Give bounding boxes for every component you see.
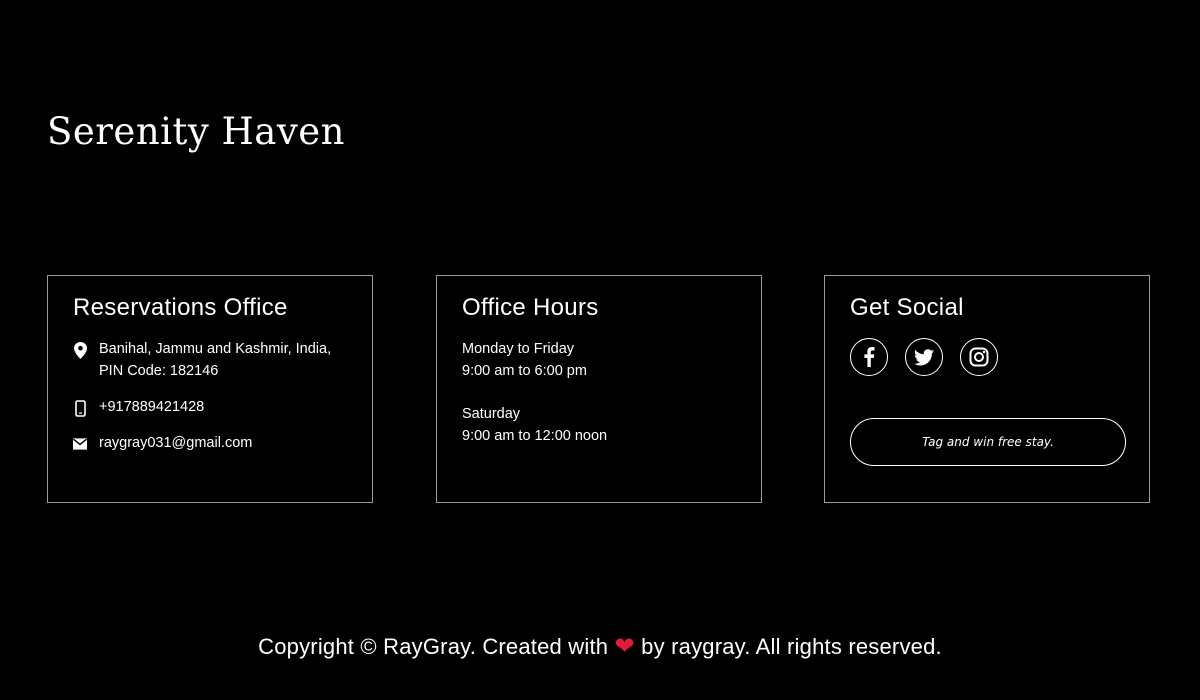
email-row: raygray031@gmail.com — [73, 432, 347, 454]
phone-row: +917889421428 — [73, 396, 347, 418]
weekday-hours: Monday to Friday 9:00 am to 6:00 pm — [462, 338, 736, 382]
saturday-hours: Saturday 9:00 am to 12:00 noon — [462, 403, 736, 447]
footer-text-after: by raygray. All rights reserved. — [641, 634, 942, 659]
office-hours-heading: Office Hours — [462, 294, 599, 321]
footer-text-before: Copyright © RayGray. Created with — [258, 634, 609, 659]
reservations-card: Reservations Office Banihal, Jammu and K… — [47, 275, 373, 503]
address-line1: Banihal, Jammu and Kashmir, India, — [99, 341, 332, 357]
address-line2: PIN Code: 182146 — [99, 363, 219, 379]
saturday-time: 9:00 am to 12:00 noon — [462, 428, 608, 444]
social-heading: Get Social — [850, 294, 964, 321]
footer-copyright: Copyright © RayGray. Created with ❤ by r… — [0, 632, 1200, 661]
reservations-heading: Reservations Office — [73, 294, 288, 321]
phone-icon — [73, 400, 87, 417]
heart-icon: ❤ — [614, 633, 635, 660]
address-text: Banihal, Jammu and Kashmir, India, PIN C… — [99, 338, 331, 382]
mail-icon — [73, 436, 87, 450]
phone-link[interactable]: +917889421428 — [99, 396, 204, 418]
brand-title: Serenity Haven — [47, 110, 345, 153]
address-row: Banihal, Jammu and Kashmir, India, PIN C… — [73, 338, 347, 382]
social-card: Get Social Tag and win free stay. — [824, 275, 1150, 503]
instagram-icon[interactable] — [960, 338, 998, 376]
tag-and-win-button[interactable]: Tag and win free stay. — [850, 418, 1126, 466]
email-link[interactable]: raygray031@gmail.com — [99, 432, 252, 454]
weekday-time: 9:00 am to 6:00 pm — [462, 363, 587, 379]
twitter-icon[interactable] — [905, 338, 943, 376]
location-pin-icon — [73, 342, 87, 359]
saturday-label: Saturday — [462, 406, 521, 422]
facebook-icon[interactable] — [850, 338, 888, 376]
office-hours-card: Office Hours Monday to Friday 9:00 am to… — [436, 275, 762, 503]
social-icons — [850, 338, 1124, 376]
weekday-label: Monday to Friday — [462, 341, 575, 357]
